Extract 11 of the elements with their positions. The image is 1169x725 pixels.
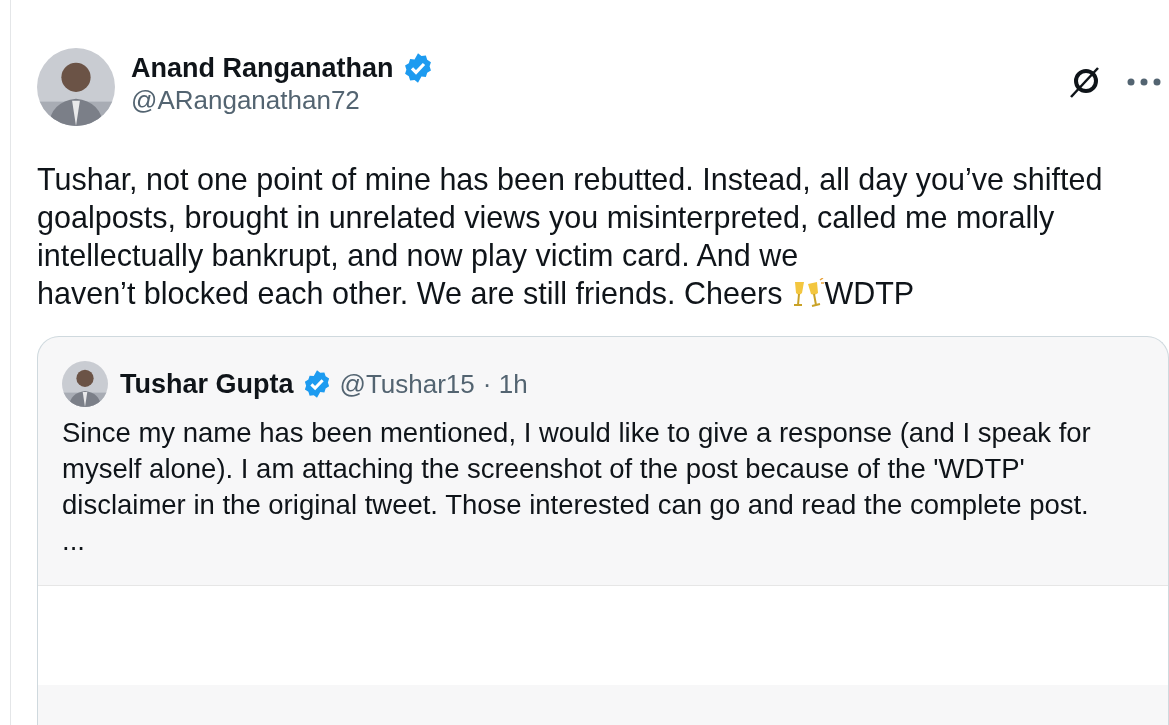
author-name[interactable]: Anand Ranganathan (131, 52, 394, 84)
post-text: haven’t blocked each other. We are still friends. Cheers (37, 275, 783, 312)
quoted-text: Since my name has been mentioned, I would like to give a response (and I speak for myself alone). I am attaching the screenshot of the post because of the 'WDTP' disclaimer in the original tweet. Those interested can go and read the complete post. (62, 416, 1092, 522)
post-time: · 1h (482, 367, 528, 401)
quoted-post[interactable] (37, 336, 1169, 725)
more-icon[interactable] (1127, 78, 1161, 86)
author-name: Tushar Gupta (120, 367, 294, 401)
post-text: WDTP (824, 275, 915, 312)
author-handle[interactable]: @ARanganathan72 (131, 84, 1067, 116)
more-text: ... (62, 524, 86, 558)
author-handle: @Tushar15 (339, 367, 475, 401)
